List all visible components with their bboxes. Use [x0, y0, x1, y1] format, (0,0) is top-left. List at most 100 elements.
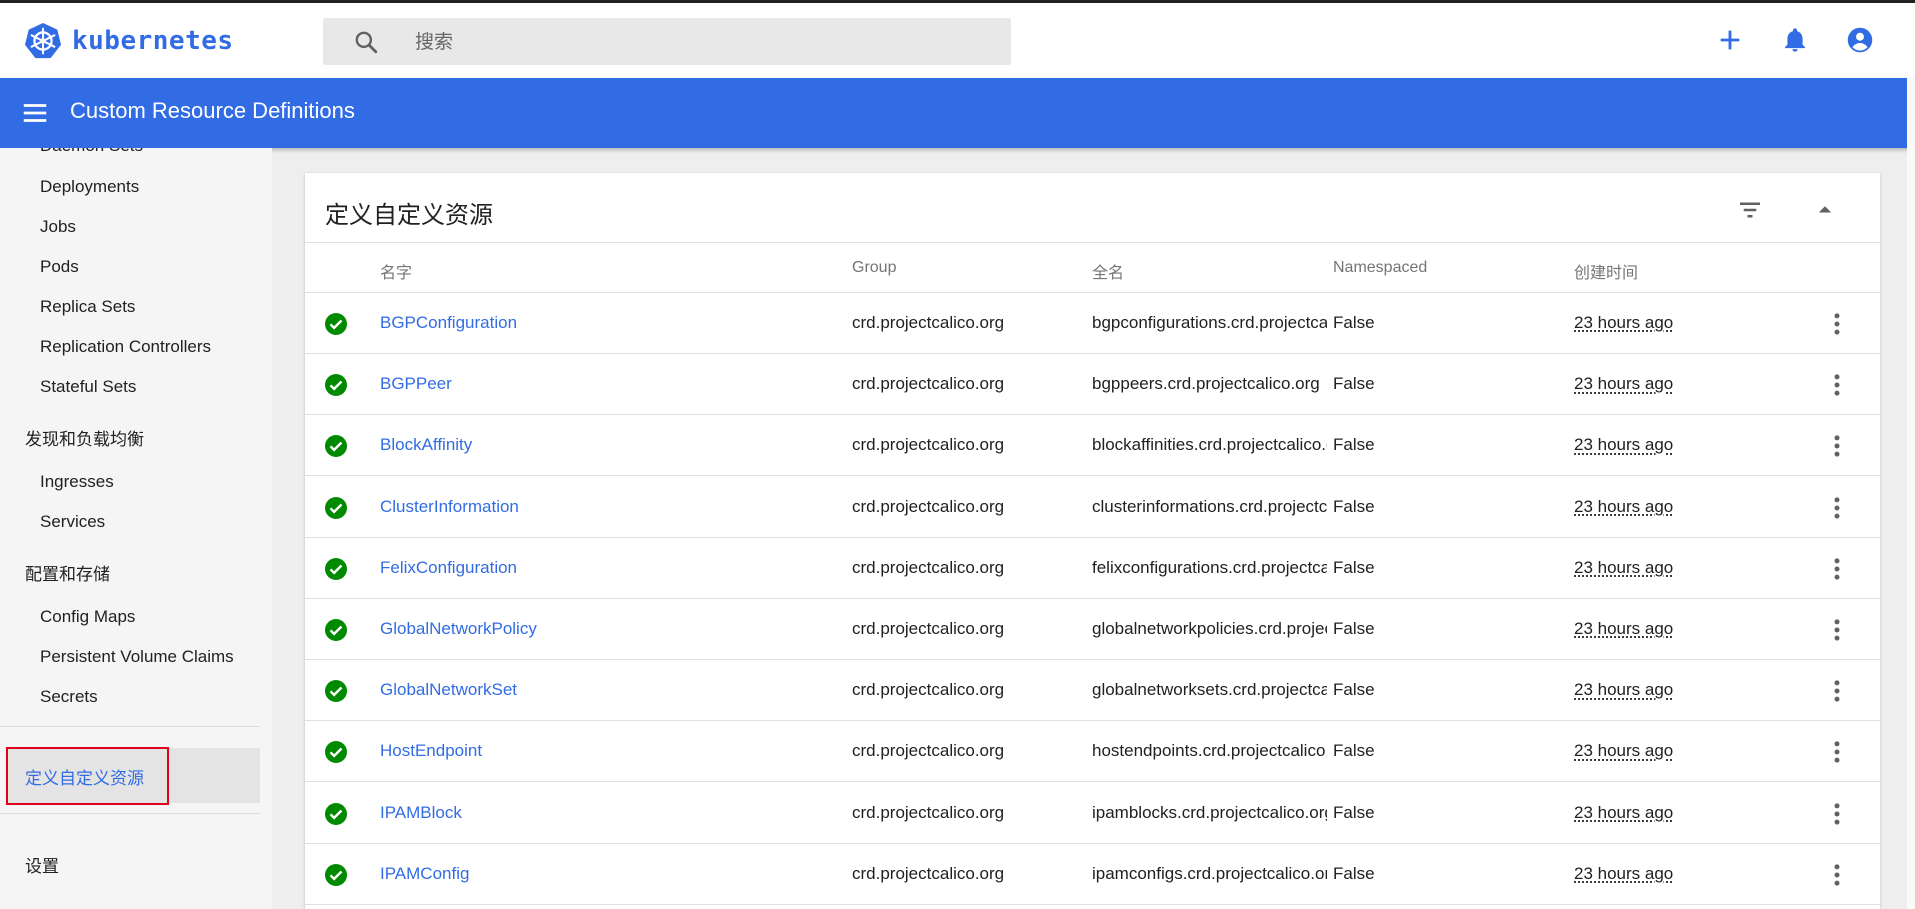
crd-created-time: 23 hours ago [1574, 496, 1674, 516]
table-row[interactable]: ClusterInformation crd.projectcalico.org c… [305, 477, 1880, 538]
row-actions-button[interactable] [1822, 737, 1852, 767]
search-input[interactable] [415, 18, 995, 65]
sidebar-item-config-maps[interactable]: Config Maps [40, 607, 135, 627]
crd-group: crd.projectcalico.org [852, 619, 1005, 638]
sidebar-section-discovery[interactable]: 发现和负载均衡 [25, 425, 144, 450]
crd-created-time: 23 hours ago [1574, 557, 1674, 577]
sidebar-item-ingresses[interactable]: Ingresses [40, 472, 114, 492]
more-vert-icon [1834, 802, 1840, 825]
row-actions-button[interactable] [1822, 431, 1852, 461]
crd-fullname: felixconfigurations.crd.projectcalico.or… [1092, 557, 1327, 577]
column-header-group[interactable]: Group [852, 259, 896, 277]
search-icon[interactable] [353, 29, 379, 55]
success-check-icon [325, 741, 347, 764]
scrollbar[interactable] [1907, 78, 1915, 909]
more-vert-icon [1834, 741, 1840, 764]
page-title: Custom Resource Definitions [70, 98, 355, 123]
crd-name-link[interactable]: HostEndpoint [380, 741, 840, 761]
crd-name-link[interactable]: IPAMConfig [380, 864, 840, 884]
sidebar-section-config-storage[interactable]: 配置和存储 [25, 560, 110, 585]
table-header: 名字 Group 全名 Namespaced 创建时间 [305, 243, 1880, 293]
sidebar-item-services[interactable]: Services [40, 512, 105, 532]
crd-group: crd.projectcalico.org [852, 435, 1005, 455]
crd-namespaced: False [1333, 680, 1375, 700]
success-check-icon [325, 863, 347, 886]
success-check-icon [325, 374, 347, 397]
crd-name-link[interactable]: BGPConfiguration [380, 313, 840, 333]
kubernetes-logo[interactable]: kubernetes [24, 22, 234, 60]
crd-created-time: 23 hours ago [1574, 374, 1674, 394]
crd-namespaced: False [1333, 313, 1375, 332]
crd-namespaced: False [1333, 557, 1375, 577]
more-vert-icon [1834, 680, 1840, 702]
table-row[interactable]: IPAMBlock crd.projectcalico.org ipamblocks… [305, 783, 1880, 844]
success-check-icon [325, 680, 347, 703]
crd-group: crd.projectcalico.org [852, 313, 1005, 332]
row-actions-button[interactable] [1822, 554, 1852, 584]
crd-name-link[interactable]: GlobalNetworkPolicy [380, 619, 840, 639]
notifications-icon [1785, 28, 1805, 52]
table-row[interactable]: HostEndpoint crd.projectcalico.org hostend… [305, 721, 1880, 783]
account-button[interactable] [1845, 25, 1875, 55]
crd-fullname: ipamblocks.crd.projectcalico.org [1092, 802, 1327, 822]
sidebar-item-replica-sets[interactable]: Replica Sets [40, 297, 135, 317]
sidebar-item-deployments[interactable]: Deployments [40, 177, 139, 197]
filter-button[interactable] [1735, 195, 1765, 225]
table-row[interactable]: GlobalNetworkPolicy crd.projectcalico.org… [305, 599, 1880, 660]
row-actions-button[interactable] [1822, 799, 1852, 829]
column-header-created[interactable]: 创建时间 [1574, 259, 1638, 283]
row-actions-button[interactable] [1822, 309, 1852, 339]
row-actions-button[interactable] [1822, 676, 1852, 706]
sidebar-item-jobs[interactable]: Jobs [40, 217, 76, 237]
more-vert-icon [1834, 313, 1840, 335]
sidebar-item-persistent-volume-claims[interactable]: Persistent Volume Claims [40, 647, 234, 667]
column-header-namespaced[interactable]: Namespaced [1333, 259, 1427, 277]
crd-name-link[interactable]: IPAMBlock [380, 803, 840, 823]
crd-created-time: 23 hours ago [1574, 680, 1674, 700]
crd-group: crd.projectcalico.org [852, 557, 1005, 577]
collapse-button[interactable] [1810, 195, 1840, 225]
crd-name-link[interactable]: ClusterInformation [380, 497, 840, 517]
row-actions-button[interactable] [1822, 860, 1852, 890]
crd-fullname: hostendpoints.crd.projectcalico.org [1092, 741, 1327, 761]
menu-icon [23, 104, 47, 122]
table-row[interactable]: BlockAffinity crd.projectcalico.org blocka… [305, 415, 1880, 477]
create-button[interactable] [1715, 25, 1745, 55]
crd-fullname: bgppeers.crd.projectcalico.org [1092, 374, 1320, 394]
more-vert-icon [1834, 496, 1840, 519]
sidebar-item-stateful-sets[interactable]: Stateful Sets [40, 377, 136, 397]
sidebar-item-daemon-sets[interactable]: Daemon Sets [40, 148, 143, 156]
row-actions-button[interactable] [1822, 615, 1852, 645]
table-row[interactable]: GlobalNetworkSet crd.projectcalico.org glo… [305, 660, 1880, 722]
notifications-button[interactable] [1780, 25, 1810, 55]
row-actions-button[interactable] [1822, 493, 1852, 523]
column-header-fullname[interactable]: 全名 [1092, 259, 1124, 283]
account-icon [1847, 27, 1873, 53]
sidebar-item-custom-resource-definitions[interactable]: 定义自定义资源 [6, 748, 260, 803]
table-row[interactable]: IPAMConfig crd.projectcalico.org ipamconfi… [305, 844, 1880, 905]
sidebar-item-replication-controllers[interactable]: Replication Controllers [40, 337, 211, 357]
crd-fullname: clusterinformations.crd.projectcalico.or… [1092, 496, 1327, 516]
success-check-icon [325, 557, 347, 580]
table-row[interactable]: BGPConfiguration crd.projectcalico.org bgp… [305, 293, 1880, 354]
sidebar-item-settings[interactable]: 设置 [25, 852, 59, 877]
column-header-name[interactable]: 名字 [380, 259, 412, 283]
crd-name-link[interactable]: BlockAffinity [380, 435, 840, 455]
filter-icon [1740, 202, 1760, 218]
table-row[interactable]: BGPPeer crd.projectcalico.org bgppeers.crd… [305, 354, 1880, 416]
sidebar-item-secrets[interactable]: Secrets [40, 687, 98, 707]
crd-name-link[interactable]: BGPPeer [380, 374, 840, 394]
crd-namespaced: False [1333, 802, 1375, 822]
crd-name-link[interactable]: GlobalNetworkSet [380, 680, 840, 700]
sidebar-item-pods[interactable]: Pods [40, 257, 79, 277]
crd-namespaced: False [1333, 496, 1375, 516]
table-row[interactable]: FelixConfiguration crd.projectcalico.org f… [305, 538, 1880, 599]
crd-namespaced: False [1333, 863, 1375, 883]
crd-name-link[interactable]: FelixConfiguration [380, 558, 840, 578]
more-vert-icon [1834, 435, 1840, 458]
crd-created-time: 23 hours ago [1574, 802, 1674, 822]
success-check-icon [325, 435, 347, 458]
row-actions-button[interactable] [1822, 370, 1852, 400]
crd-group: crd.projectcalico.org [852, 496, 1005, 516]
menu-button[interactable] [20, 98, 50, 128]
